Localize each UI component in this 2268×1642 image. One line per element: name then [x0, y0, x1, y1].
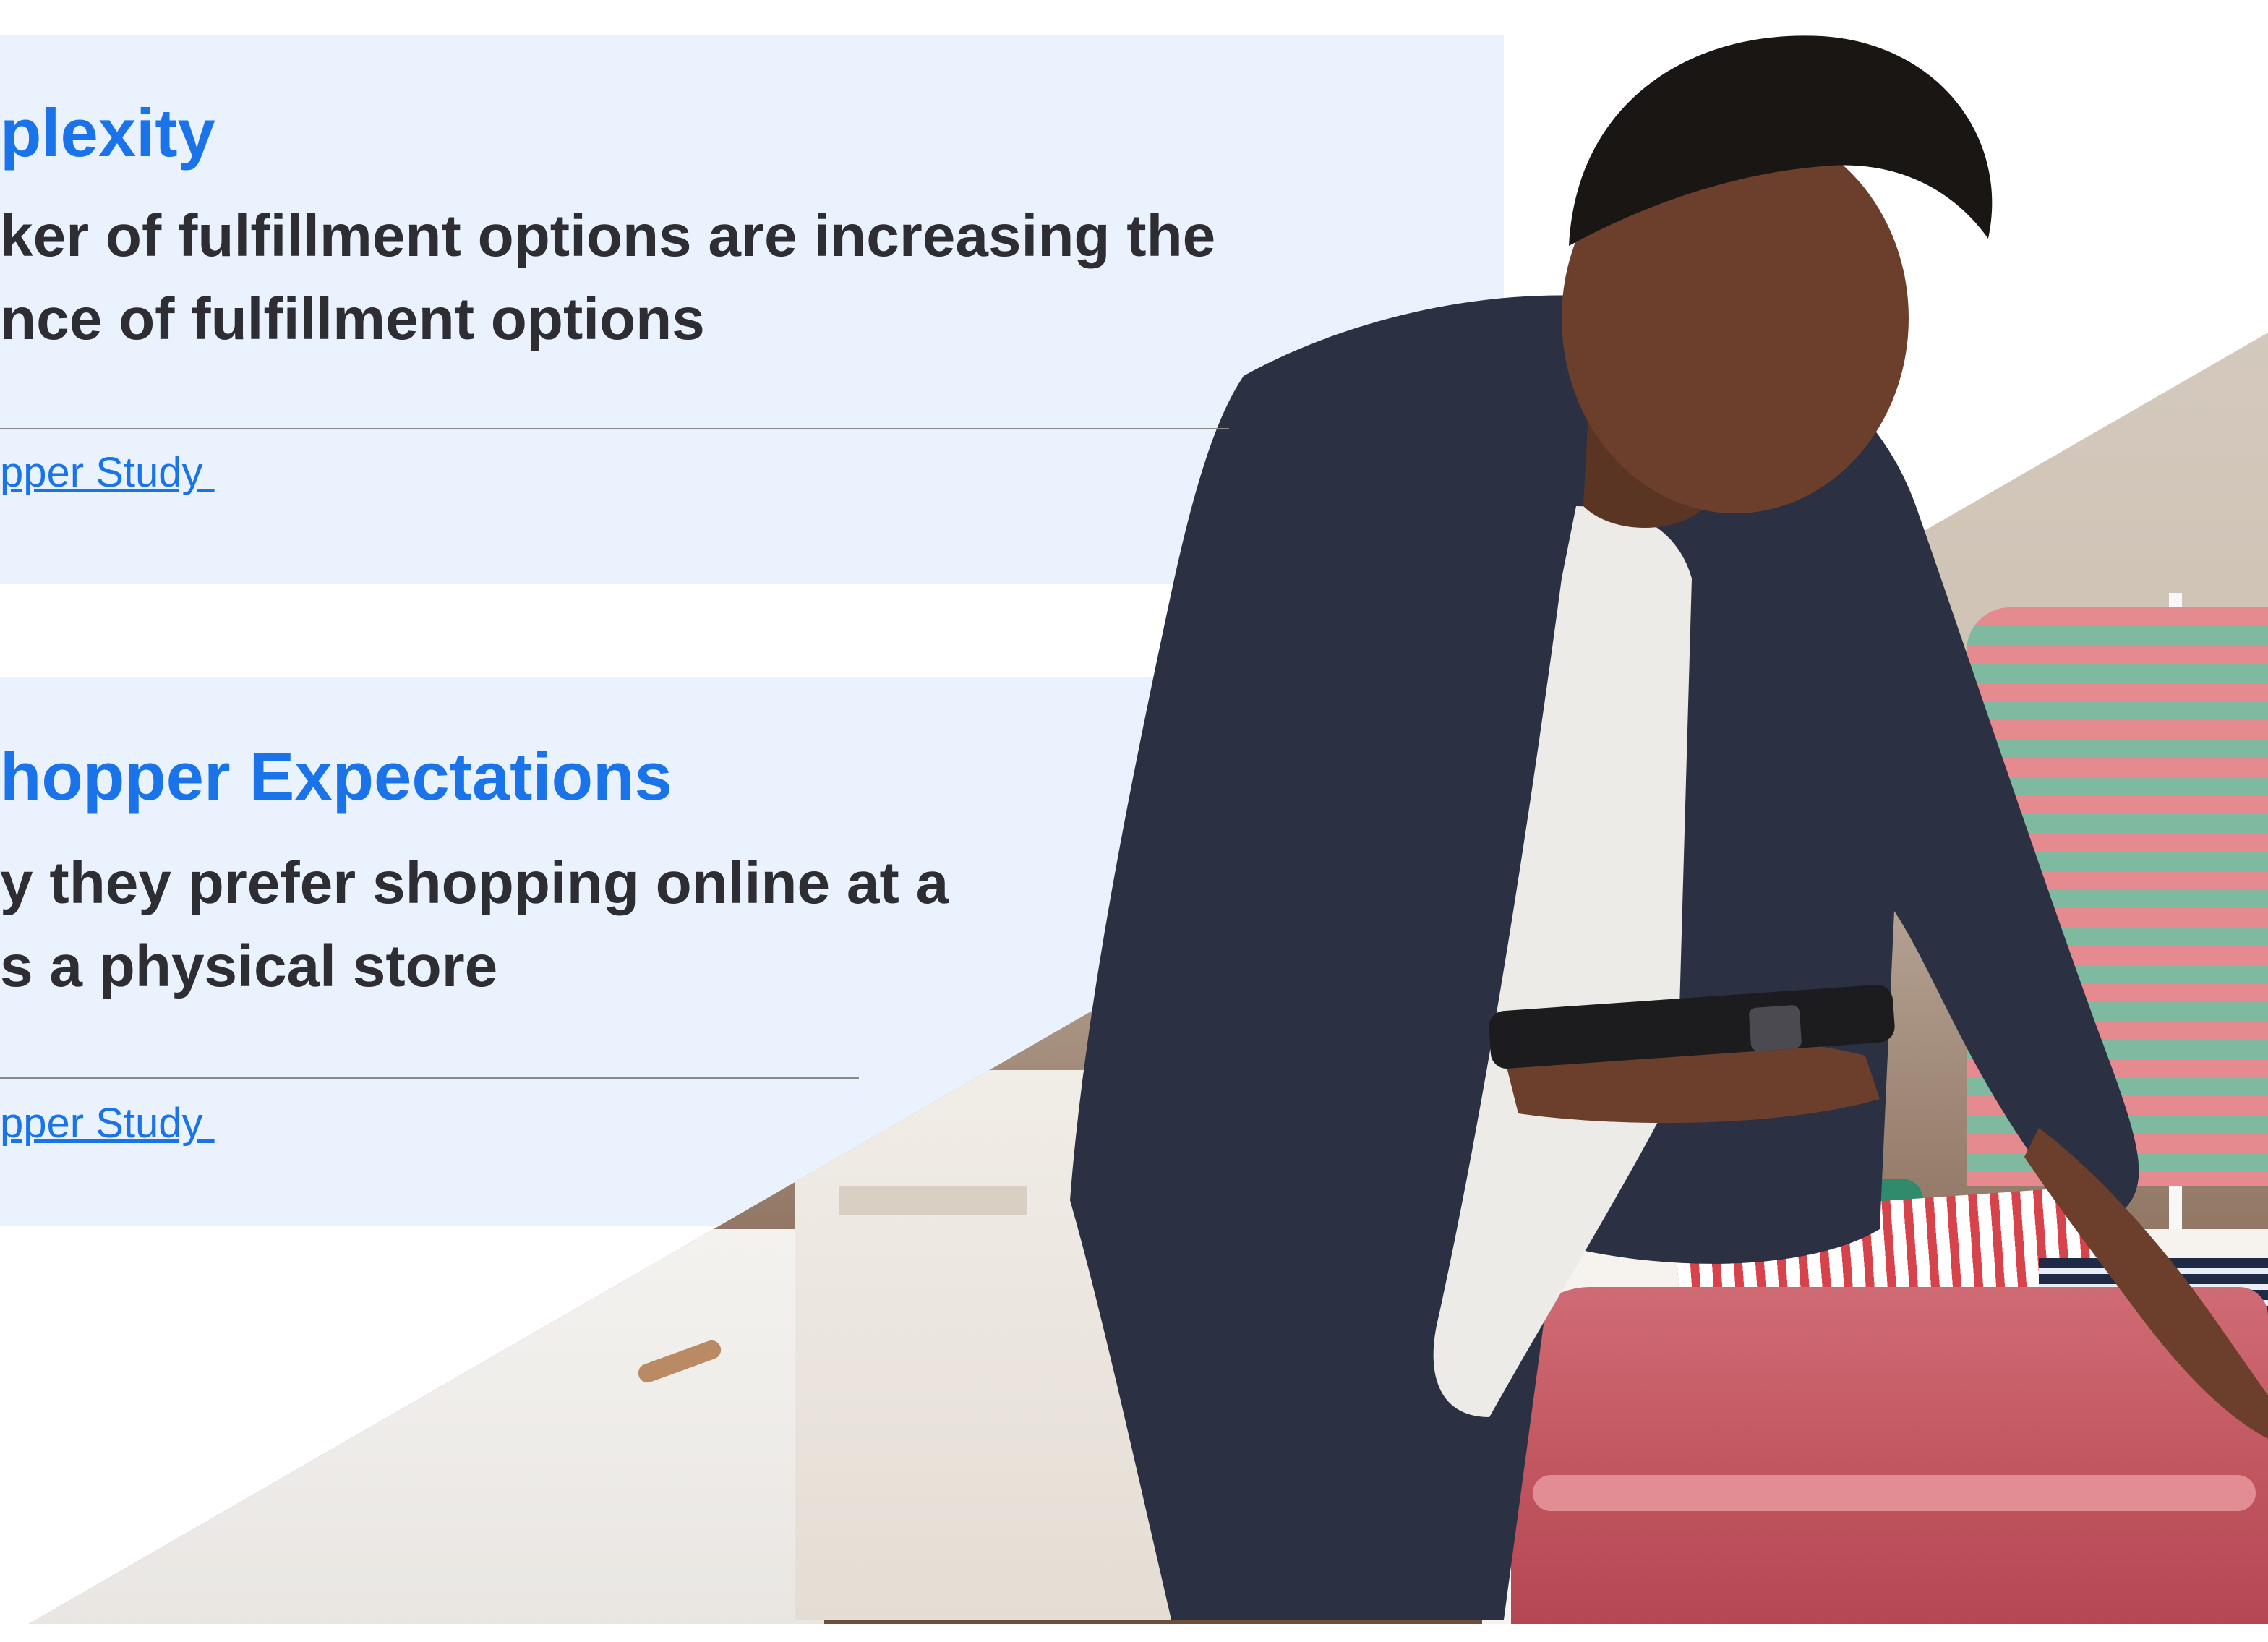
section1-heading: plexity: [0, 95, 215, 171]
photo-sweater-fold: [1533, 1475, 2256, 1511]
photo-cabinet: [29, 1229, 824, 1624]
section1-divider: [0, 428, 1229, 429]
section2-source-link[interactable]: pper Study: [0, 1099, 215, 1147]
person-neck: [1583, 376, 1706, 528]
photo-striped-sweater: [1967, 607, 2268, 1186]
photo-shelf-board: [839, 1186, 1027, 1215]
section1-body-line2: nce of fulfillment options: [0, 286, 705, 352]
section2-body-line2: s a physical store: [0, 933, 498, 999]
person-hair: [1569, 35, 1993, 246]
section2-divider: [0, 1077, 859, 1079]
section1-body-line1: ker of fulfillment options are increasin…: [0, 203, 1216, 269]
section1-source-link[interactable]: pper Study: [0, 448, 215, 497]
person-head: [1562, 123, 1909, 513]
photo-shelf: [795, 1070, 1200, 1620]
section2-body-line1: y they prefer shopping online at a: [0, 850, 949, 916]
page-canvas: plexity ker of fulfillment options are i…: [0, 0, 2268, 1642]
photo-folded-red-sweater: [1511, 1287, 2268, 1624]
section2-heading: hopper Expectations: [0, 738, 672, 814]
